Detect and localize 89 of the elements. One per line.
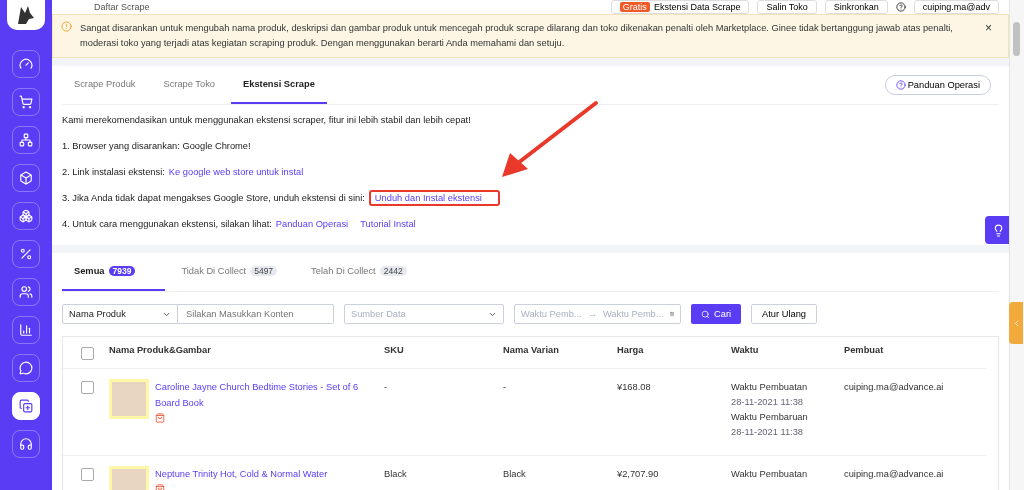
time-label: Waktu Pembuatan <box>731 381 809 394</box>
time-value: 28-11-2021 11:38 <box>731 396 805 409</box>
table-cell-text: - <box>503 381 508 394</box>
step-text: 4. Untuk cara menggunakan ekstensi, silakan lihat: <box>62 219 272 229</box>
tab[interactable]: Ekstensi Scrape <box>231 66 327 104</box>
table-cell-text: cuiping.ma@advance.ai <box>844 468 945 481</box>
link[interactable]: Tutorial Instal <box>360 219 416 229</box>
search-field[interactable]: Silakan Masukkan Konten <box>178 304 334 324</box>
table-cell-text: ¥168.08 <box>617 381 652 394</box>
time-label: Waktu Pembuatan <box>731 468 809 481</box>
tab[interactable]: Scrape Produk <box>62 66 148 104</box>
help-icon <box>895 80 906 90</box>
headset-icon <box>19 437 33 451</box>
count-badge: 7939 <box>108 266 136 276</box>
column-header: Nama Produk&Gambar <box>109 345 212 355</box>
column-header: Waktu <box>731 345 760 355</box>
sidebar-item[interactable] <box>12 164 40 192</box>
step-text: 2. Link instalasi ekstensi: <box>62 167 165 177</box>
intro-text: Kami merekomendasikan untuk menggunakan ekstensi scraper, fitur ini lebih stabil dan lebih cepat! <box>62 114 472 127</box>
hierarchy-icon <box>19 133 33 147</box>
tab[interactable]: Tidak Di Collect 5497 <box>169 253 296 291</box>
free-badge: Gratis <box>619 2 650 12</box>
table-cell-text: Black <box>503 468 527 481</box>
count-badge: 5497 <box>250 266 278 276</box>
table-cell-text: Black <box>384 468 408 481</box>
sidebar-item[interactable] <box>12 278 40 306</box>
add-copy-icon <box>19 399 33 413</box>
time-value: 28-11-2021 11:38 <box>731 426 805 439</box>
percent-icon <box>19 247 33 261</box>
count-badge: 2442 <box>379 266 407 276</box>
table-cell-text: - <box>384 381 389 394</box>
column-header: Nama Varian <box>503 345 560 355</box>
sidebar-item[interactable] <box>12 430 40 458</box>
field-select[interactable]: Nama Produk <box>62 304 178 324</box>
cube-icon <box>19 171 33 185</box>
search-button[interactable]: Cari <box>691 304 742 324</box>
boxes-icon <box>19 209 33 223</box>
sidebar-item[interactable] <box>12 240 40 268</box>
checkbox[interactable] <box>81 347 94 360</box>
header-button[interactable]: Salin Toko <box>757 0 817 14</box>
sidebar-item[interactable] <box>12 88 40 116</box>
sidebar-item[interactable] <box>12 202 40 230</box>
side-panel-toggle[interactable] <box>1009 302 1023 344</box>
sidebar-item[interactable] <box>12 50 40 78</box>
sidebar-item[interactable] <box>12 316 40 344</box>
cart-icon <box>19 95 33 109</box>
step-text: 3. Jika Anda tidak dapat mengakses Google Store, unduh ekstensi di sini: <box>62 193 365 203</box>
search-icon <box>701 309 710 319</box>
chat-icon <box>19 361 33 375</box>
table-cell-text: ¥2,707.90 <box>617 468 660 481</box>
link[interactable]: Unduh dan Instal ekstensi <box>374 193 482 203</box>
column-header: Harga <box>617 345 645 355</box>
header-button[interactable]: Sinkronkan <box>824 0 888 14</box>
checkbox[interactable] <box>81 381 94 394</box>
tab[interactable]: Scrape Toko <box>151 66 227 104</box>
close-button[interactable]: × <box>977 21 1000 35</box>
tab[interactable]: Semua 7939 <box>62 253 166 291</box>
user-menu[interactable]: cuiping.ma@adv <box>913 0 999 14</box>
product-link[interactable]: Neptune Trinity Hot, Cold & Normal Water <box>155 466 328 482</box>
time-label: Waktu Pembaruan <box>731 411 809 424</box>
help-icon[interactable] <box>895 2 906 12</box>
column-header: Pembuat <box>844 345 885 355</box>
extension-button[interactable]: Gratis Ekstensi Data Scrape <box>610 0 750 14</box>
guide-button[interactable]: Panduan Operasi <box>884 75 991 95</box>
photo-placeholder <box>109 379 149 419</box>
link[interactable]: Panduan Operasi <box>275 219 349 229</box>
checkbox[interactable] <box>81 468 94 481</box>
warning-icon <box>61 21 72 32</box>
tab[interactable]: Telah Di Collect 2442 <box>299 253 425 291</box>
wolf-logo-icon <box>15 4 37 26</box>
bar-chart-icon <box>19 323 33 337</box>
tips-button[interactable] <box>985 216 1011 244</box>
calendar-icon <box>669 309 674 319</box>
sidebar-item[interactable] <box>12 392 40 420</box>
column-header: SKU <box>384 345 405 355</box>
reset-button[interactable]: Atur Ulang <box>751 304 817 324</box>
sidebar-item[interactable] <box>12 126 40 154</box>
link[interactable]: Ke google web store untuk instal <box>168 167 304 177</box>
shop-bag-icon <box>155 413 165 423</box>
button-label: Ekstensi Data Scrape <box>653 2 741 12</box>
users-icon <box>19 285 33 299</box>
table-cell-text: cuiping.ma@advance.ai <box>844 381 945 394</box>
step-text: 1. Browser yang disarankan: Google Chrome! <box>62 141 251 151</box>
product-link[interactable]: Caroline Jayne Church Bedtime Stories - Set of 6 Board Book <box>155 379 376 411</box>
sidebar-item[interactable] <box>12 354 40 382</box>
warning-text: Sangat disarankan untuk mengubah nama produk, deskripsi dan gambar produk untuk mencegah produk scrape dilarang dan toko dikenakan penalti oleh Marketplace. Ginee tidak bertanggung jawab atas penalti, moderasi toko yang terjadi atas kegiatan scraping produk. Dengan menggunakan berarti Anda memahami dan setuju. <box>80 22 954 50</box>
page-title: Daftar Scrape <box>94 2 151 12</box>
range-arrow: → <box>587 309 597 319</box>
gauge-icon <box>19 57 33 71</box>
